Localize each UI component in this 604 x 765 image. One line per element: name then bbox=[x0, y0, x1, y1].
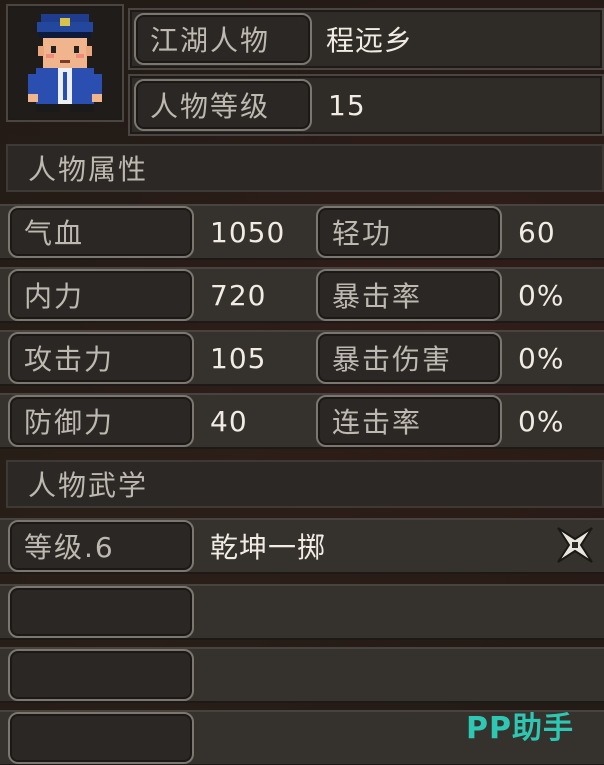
attr-defense-label: 防御力 bbox=[8, 395, 194, 447]
attr-defense-value: 40 bbox=[210, 404, 248, 438]
martial-section-title: 人物武学 bbox=[6, 460, 604, 508]
attr-mp-value: 720 bbox=[210, 278, 267, 312]
level-label: 人物等级 bbox=[134, 79, 312, 131]
attributes-section-title: 人物属性 bbox=[6, 144, 604, 192]
character-level: 15 bbox=[328, 88, 366, 122]
attr-crit-rate-value: 0% bbox=[518, 278, 565, 312]
character-portrait-icon bbox=[28, 14, 102, 112]
watermark-logo: PP助手 bbox=[466, 711, 574, 746]
skill-slot-2-level-box bbox=[8, 586, 194, 638]
attr-crit-damage-label: 暴击伤害 bbox=[316, 332, 502, 384]
skill-slot-3-level-box bbox=[8, 649, 194, 701]
avatar-frame bbox=[6, 4, 124, 122]
attr-attack-label: 攻击力 bbox=[8, 332, 194, 384]
attr-combo-rate-value: 0% bbox=[518, 404, 565, 438]
skill-name: 乾坤一掷 bbox=[210, 531, 327, 564]
attr-agility-label: 轻功 bbox=[316, 206, 502, 258]
attr-attack-value: 105 bbox=[210, 341, 267, 375]
attr-hp-value: 1050 bbox=[210, 215, 286, 249]
name-label: 江湖人物 bbox=[134, 13, 312, 65]
attr-combo-rate-label: 连击率 bbox=[316, 395, 502, 447]
skill-slot-4-level-box bbox=[8, 712, 194, 764]
attr-crit-damage-value: 0% bbox=[518, 341, 565, 375]
attr-agility-value: 60 bbox=[518, 215, 556, 249]
shuriken-icon[interactable] bbox=[556, 526, 594, 564]
attr-hp-label: 气血 bbox=[8, 206, 194, 258]
attr-mp-label: 内力 bbox=[8, 269, 194, 321]
character-name: 程远乡 bbox=[326, 24, 414, 57]
attr-crit-rate-label: 暴击率 bbox=[316, 269, 502, 321]
skill-level-label: 等级.6 bbox=[8, 520, 194, 572]
